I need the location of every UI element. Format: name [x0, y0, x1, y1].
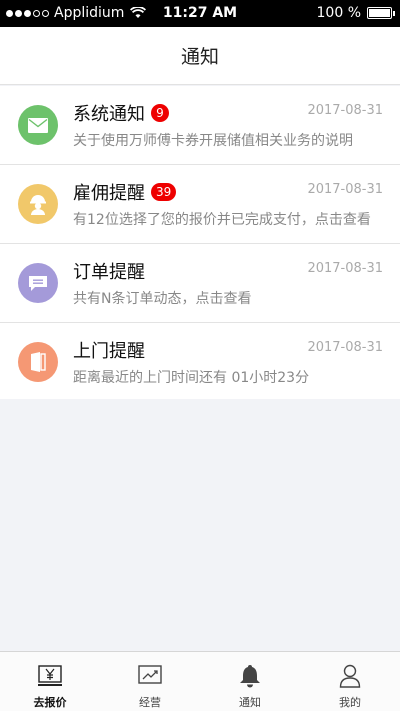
page-title: 通知: [180, 46, 219, 68]
chart-icon: [138, 664, 162, 688]
message-icon: [18, 263, 58, 303]
user-icon: [338, 664, 362, 688]
status-bar: Applidium 11:27 AM 100 %: [0, 0, 400, 27]
notification-item-order[interactable]: 订单提醒 2017-08-31 共有N条订单动态，点击查看: [0, 244, 400, 323]
door-icon: [18, 342, 58, 382]
notification-title: 系统通知: [73, 104, 145, 125]
tab-business[interactable]: 经营: [100, 652, 200, 711]
tab-notifications[interactable]: 通知: [200, 652, 300, 711]
notification-title: 雇佣提醒: [73, 183, 145, 204]
notification-date: 2017-08-31: [307, 182, 383, 197]
battery-group: 100 %: [316, 5, 395, 21]
battery-icon: [367, 7, 395, 19]
bell-icon: [238, 664, 262, 688]
notification-date: 2017-08-31: [307, 261, 383, 276]
tab-profile[interactable]: 我的: [300, 652, 400, 711]
notification-desc: 有12位选择了您的报价并已完成支付，点击查看: [73, 212, 371, 228]
tab-label: 我的: [339, 696, 361, 709]
notification-date: 2017-08-31: [307, 340, 383, 355]
mail-icon: [18, 105, 58, 145]
notification-desc: 共有N条订单动态，点击查看: [73, 291, 252, 307]
notification-list: 系统通知 9 2017-08-31 关于使用万师傅卡券开展储值相关业务的说明 雇…: [0, 86, 400, 399]
notification-item-hire[interactable]: 雇佣提醒 39 2017-08-31 有12位选择了您的报价并已完成支付，点击查…: [0, 165, 400, 244]
tab-label: 去报价: [33, 696, 67, 709]
notification-title: 订单提醒: [73, 262, 145, 283]
notification-item-system[interactable]: 系统通知 9 2017-08-31 关于使用万师傅卡券开展储值相关业务的说明: [0, 86, 400, 165]
tab-bar: 去报价 经营 通知 我的: [0, 651, 400, 711]
notification-item-visit[interactable]: 上门提醒 2017-08-31 距离最近的上门时间还有 01小时23分: [0, 323, 400, 399]
worker-icon: [18, 184, 58, 224]
notification-date: 2017-08-31: [307, 103, 383, 118]
notification-title: 上门提醒: [73, 341, 145, 362]
unread-badge: 9: [151, 104, 169, 122]
yen-icon: [38, 664, 62, 688]
battery-percent: 100 %: [316, 5, 361, 21]
notification-desc: 距离最近的上门时间还有 01小时23分: [73, 370, 310, 386]
notification-desc: 关于使用万师傅卡券开展储值相关业务的说明: [73, 133, 353, 149]
tab-quote[interactable]: 去报价: [0, 652, 100, 711]
navigation-bar: 通知: [0, 27, 400, 85]
tab-label: 通知: [239, 696, 261, 709]
unread-badge: 39: [151, 183, 177, 201]
tab-label: 经营: [139, 696, 161, 709]
